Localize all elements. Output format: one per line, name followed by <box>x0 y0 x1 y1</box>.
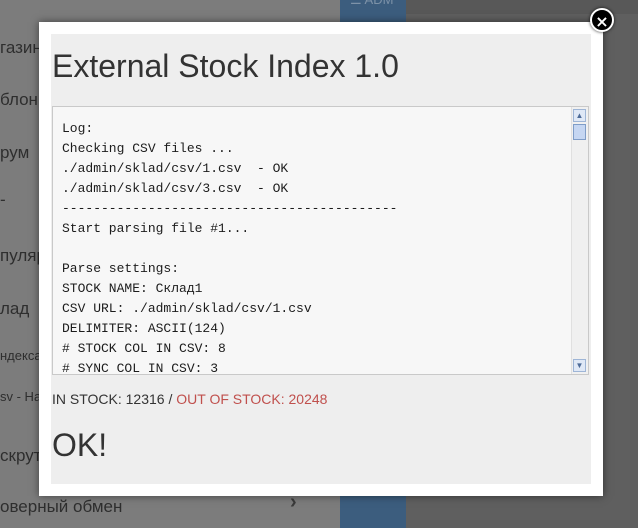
stats-separator: / <box>164 391 177 407</box>
result-status: OK! <box>52 427 108 463</box>
scroll-up-arrow-icon[interactable]: ▲ <box>573 109 586 122</box>
sidebar-item: оверный обмен <box>0 497 123 516</box>
close-icon[interactable]: × <box>590 8 614 32</box>
log-text: Log: Checking CSV files ... ./admin/skla… <box>62 121 398 375</box>
out-of-stock-count: OUT OF STOCK: 20248 <box>176 391 328 407</box>
background-header-label: ☰ ADM <box>350 0 393 8</box>
modal-dialog: External Stock Index 1.0 Log: Checking C… <box>39 22 603 496</box>
in-stock-count: IN STOCK: 12316 <box>52 391 165 407</box>
modal-title: External Stock Index 1.0 <box>52 48 399 84</box>
stock-stats: IN STOCK: 12316 / OUT OF STOCK: 20248 <box>52 391 327 407</box>
log-textarea[interactable]: Log: Checking CSV files ... ./admin/skla… <box>52 106 589 375</box>
scroll-thumb[interactable] <box>573 124 586 140</box>
modal-content: External Stock Index 1.0 Log: Checking C… <box>51 34 591 484</box>
log-scrollbar[interactable]: ▲ ▼ <box>571 107 588 374</box>
scroll-down-arrow-icon[interactable]: ▼ <box>573 359 586 372</box>
